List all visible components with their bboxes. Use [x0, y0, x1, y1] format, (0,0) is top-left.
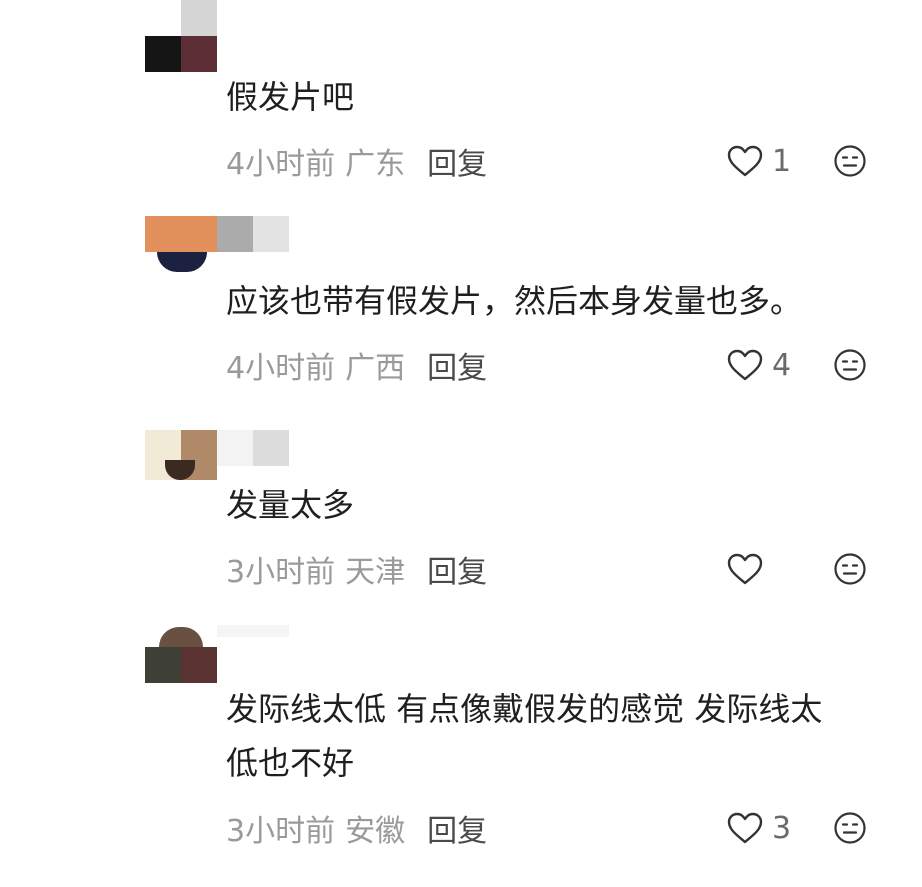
username-mosaic [217, 625, 289, 661]
like-count: 3 [772, 810, 792, 846]
avatar[interactable] [145, 625, 217, 683]
comment-meta: 3小时前 安徽 回复 [226, 806, 487, 850]
like-button[interactable]: 3 [726, 808, 791, 848]
heart-outline-icon [727, 812, 763, 844]
comment-time: 3小时前 [226, 814, 336, 849]
comment-location: 安徽 [345, 814, 406, 849]
unhappy-face-icon [834, 812, 866, 844]
comment-text: 发际线太低 有点像戴假发的感觉 发际线太 低也不好 [226, 690, 823, 782]
comment-item: 发际线太低 有点像戴假发的感觉 发际线太 低也不好 3小时前 安徽 回复 3 [0, 0, 922, 887]
dislike-button[interactable] [833, 811, 867, 845]
reply-button[interactable]: 回复 [427, 806, 487, 850]
